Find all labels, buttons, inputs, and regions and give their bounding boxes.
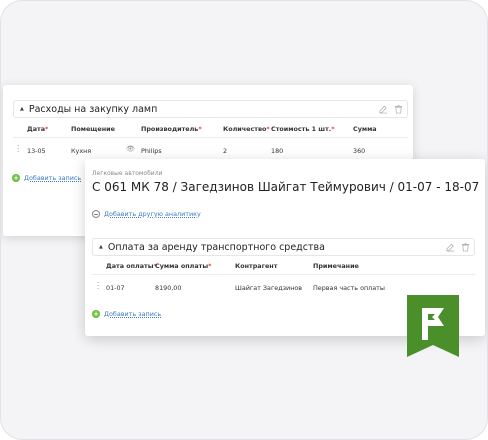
minus-circle-icon: [92, 210, 100, 218]
cell-room[interactable]: Кухня: [71, 147, 91, 155]
add-record-link[interactable]: + Добавить запись: [92, 310, 161, 318]
col-note: Примечание: [313, 262, 359, 270]
payment-section-header[interactable]: ▲ Оплата за аренду транспортного средств…: [92, 238, 475, 256]
flag-logo-icon: [407, 295, 459, 357]
screenshot-frame: ▲ Расходы на закупку ламп Дата* Помещени…: [0, 0, 488, 440]
add-record-link[interactable]: + Добавить запись: [12, 174, 81, 182]
col-unit-cost: Стоимость 1 шт.*: [271, 125, 335, 133]
col-payment-amount: Сумма оплаты*: [155, 262, 212, 270]
edit-icon[interactable]: [379, 104, 388, 114]
cell-manufacturer[interactable]: Philips: [141, 147, 162, 155]
cell-quantity[interactable]: 2: [223, 147, 227, 155]
trash-icon[interactable]: [394, 104, 403, 114]
cell-date[interactable]: 13-05: [27, 147, 46, 155]
col-manufacturer: Производитель*: [141, 125, 202, 133]
cell-sum[interactable]: 360: [353, 147, 365, 155]
cell-unit-cost[interactable]: 180: [271, 147, 283, 155]
cell-note[interactable]: Первая часть оплаты: [313, 284, 385, 292]
eye-icon[interactable]: 👁: [126, 145, 135, 153]
trash-icon[interactable]: [461, 242, 470, 252]
col-counterparty: Контрагент: [235, 262, 278, 270]
payment-section-title: Оплата за аренду транспортного средства: [107, 241, 325, 253]
col-quantity: Количество*: [223, 125, 270, 133]
cell-payment-amount[interactable]: 8190,00: [155, 284, 181, 292]
trip-title: С 061 МК 78 / Загедзинов Шайгат Теймуров…: [92, 180, 480, 194]
trip-subtitle: Легковые автомобили: [92, 170, 163, 177]
cell-counterparty[interactable]: Шайгат Загедзинов: [235, 284, 302, 292]
cell-payment-date[interactable]: 01-07: [106, 284, 125, 292]
col-date: Дата*: [27, 125, 49, 133]
divider: [13, 137, 408, 138]
row-drag-handle-icon[interactable]: · · ·: [17, 143, 20, 156]
col-sum: Сумма: [353, 125, 377, 133]
divider: [92, 274, 475, 275]
add-analytic-link[interactable]: Добавить другую аналитику: [92, 210, 201, 218]
expenses-section-header[interactable]: ▲ Расходы на закупку ламп: [13, 100, 408, 118]
collapse-caret-icon[interactable]: ▲: [99, 244, 103, 250]
col-room: Помещение: [71, 125, 115, 133]
row-drag-handle-icon[interactable]: · · ·: [97, 280, 100, 293]
plus-icon: +: [92, 310, 100, 318]
plus-icon: +: [12, 174, 20, 182]
expenses-section-title: Расходы на закупку ламп: [28, 103, 158, 115]
collapse-caret-icon[interactable]: ▲: [20, 106, 24, 112]
col-payment-date: Дата оплаты*: [106, 262, 157, 270]
edit-icon[interactable]: [446, 242, 455, 252]
